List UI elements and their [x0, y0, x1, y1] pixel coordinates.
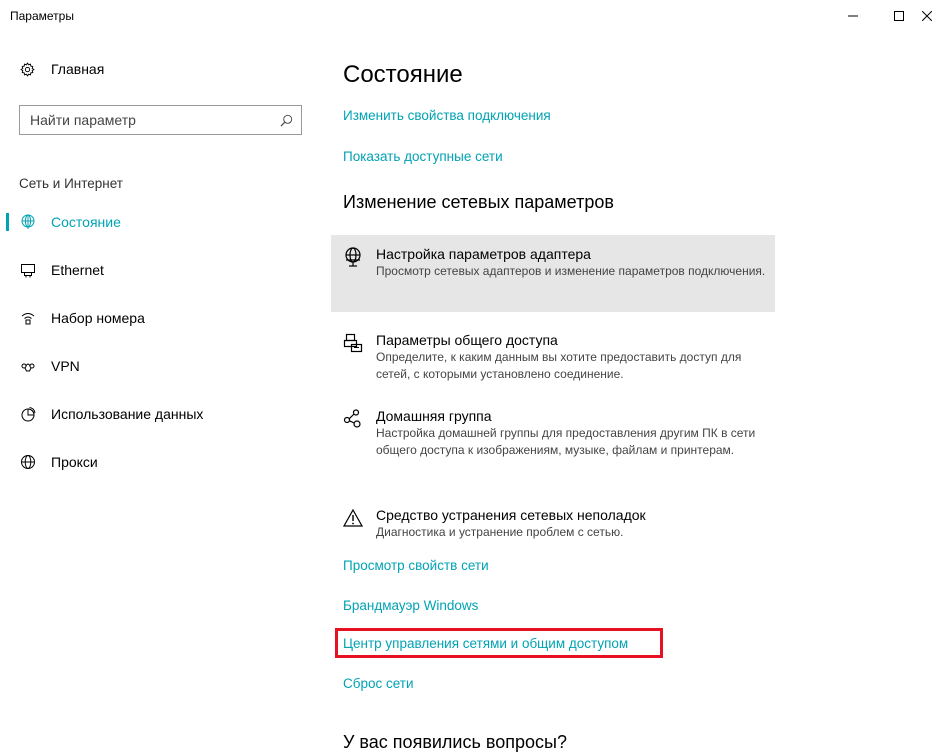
nav-item-status[interactable]: Состояние	[0, 198, 320, 246]
nav-label-data-usage: Использование данных	[51, 406, 204, 422]
settings-window: Параметры Главная Найти параметр Сеть и …	[0, 0, 949, 752]
setting-desc: Просмотр сетевых адаптеров и изменение п…	[376, 264, 766, 278]
title-bar: Параметры	[0, 0, 949, 32]
ethernet-icon	[20, 262, 36, 278]
sharing-icon	[343, 333, 363, 353]
window-title: Параметры	[10, 9, 74, 23]
minimize-button[interactable]	[830, 0, 876, 32]
section-label: Сеть и Интернет	[19, 176, 123, 191]
nav-list: Состояние Ethernet Набор номера VPN Испо…	[0, 198, 320, 486]
section-heading: Изменение сетевых параметров	[343, 192, 614, 212]
home-link[interactable]: Главная	[19, 61, 104, 77]
highlight-box	[335, 628, 663, 658]
questions-heading: У вас появились вопросы?	[343, 732, 567, 752]
homegroup-icon	[343, 409, 363, 429]
setting-adapter[interactable]: Настройка параметров адаптера Просмотр с…	[331, 235, 775, 312]
nav-label-dialup: Набор номера	[51, 310, 145, 326]
dialup-icon	[20, 310, 36, 326]
setting-title: Параметры общего доступа	[376, 332, 558, 348]
setting-desc: Определите, к каким данным вы хотите пре…	[376, 350, 742, 381]
setting-title: Настройка параметров адаптера	[376, 246, 591, 262]
page-title: Состояние	[343, 61, 463, 88]
setting-troubleshooter[interactable]: Средство устранения сетевых неполадок Ди…	[331, 496, 775, 551]
globe-icon	[20, 454, 36, 470]
nav-item-vpn[interactable]: VPN	[0, 342, 320, 390]
nav-item-dialup[interactable]: Набор номера	[0, 294, 320, 342]
warning-icon	[343, 508, 363, 528]
network-reset-link[interactable]: Сброс сети	[343, 676, 414, 691]
data-usage-icon	[20, 406, 36, 422]
maximize-button[interactable]	[876, 0, 922, 32]
setting-sharing[interactable]: Параметры общего доступа Определите, к к…	[331, 321, 775, 393]
nav-label-vpn: VPN	[51, 358, 80, 374]
maximize-icon	[894, 11, 904, 21]
globe-status-icon	[20, 214, 36, 230]
nav-label-status: Состояние	[51, 214, 121, 230]
sidebar: Главная Сеть и Интернет	[0, 32, 320, 752]
nav-label-ethernet: Ethernet	[51, 262, 104, 278]
close-icon	[922, 11, 932, 21]
windows-firewall-link[interactable]: Брандмауэр Windows	[343, 598, 478, 613]
search-input[interactable]	[30, 107, 271, 133]
setting-title: Средство устранения сетевых неполадок	[376, 507, 646, 523]
adapter-icon	[343, 247, 363, 267]
main-content: Состояние Изменить свойства подключения …	[331, 32, 949, 752]
close-button[interactable]	[922, 0, 949, 32]
nav-item-data-usage[interactable]: Использование данных	[0, 390, 320, 438]
minimize-icon	[848, 15, 858, 17]
search-box	[19, 105, 302, 135]
nav-item-ethernet[interactable]: Ethernet	[0, 246, 320, 294]
nav-label-proxy: Прокси	[51, 454, 98, 470]
vpn-icon	[20, 358, 36, 374]
view-network-properties-link[interactable]: Просмотр свойств сети	[343, 558, 489, 573]
setting-homegroup[interactable]: Домашняя группа Настройка домашней групп…	[331, 397, 775, 469]
nav-item-proxy[interactable]: Прокси	[0, 438, 320, 486]
setting-title: Домашняя группа	[376, 408, 492, 424]
change-connection-properties-link[interactable]: Изменить свойства подключения	[343, 108, 551, 123]
setting-desc: Настройка домашней группы для предоставл…	[376, 426, 756, 457]
search-icon[interactable]	[271, 114, 301, 127]
show-available-networks-link[interactable]: Показать доступные сети	[343, 149, 503, 164]
home-label: Главная	[51, 61, 105, 77]
gear-icon	[19, 61, 35, 77]
setting-desc: Диагностика и устранение проблем с сетью…	[376, 525, 624, 539]
